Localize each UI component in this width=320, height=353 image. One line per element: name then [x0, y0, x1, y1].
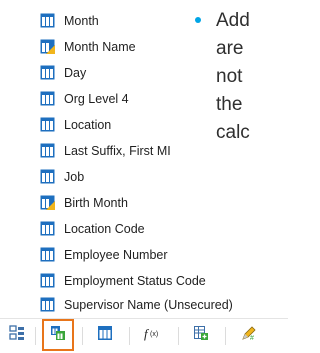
hierarchy-button[interactable]: [4, 322, 30, 348]
bottom-toolbar: f (x) #: [0, 318, 288, 353]
toolbar-separator: [35, 327, 36, 345]
field-label: Location: [64, 117, 112, 132]
toolbar-separator: [82, 327, 83, 345]
field-label: Day: [64, 65, 87, 80]
field-item-birth-month[interactable]: Birth Month: [40, 192, 128, 213]
field-item-last-suffix-first-mi[interactable]: Last Suffix, First MI: [40, 140, 171, 161]
field-label: Month: [64, 13, 99, 28]
dimension-icon: [40, 273, 55, 288]
field-item-month-name[interactable]: Month Name: [40, 36, 136, 57]
field-item-job[interactable]: Job: [40, 166, 84, 187]
dimension-icon: [40, 91, 55, 106]
bullet-icon: [195, 17, 201, 23]
table-icon: [96, 324, 114, 347]
field-item-location[interactable]: Location: [40, 114, 111, 135]
bullet-line: are: [216, 38, 244, 59]
toolbar-separator: [129, 327, 130, 345]
field-label: Month Name: [64, 39, 136, 54]
bullet-line: Add: [216, 10, 250, 31]
field-item-employment-status-code[interactable]: Employment Status Code: [40, 270, 206, 291]
dimension-icon: [40, 143, 55, 158]
function-button[interactable]: f (x): [141, 322, 167, 348]
field-item-supervisor-name-unsecured[interactable]: Supervisor Name (Unsecured): [40, 294, 233, 315]
dimension-icon: [40, 221, 55, 236]
bullet-line: calc: [216, 122, 250, 143]
data-items-icon: [49, 324, 67, 347]
toolbar-separator: [178, 327, 179, 345]
calculated-dimension-icon: [40, 39, 55, 54]
data-items-panel: Month Month Name Day Org Level 4 Locatio: [0, 0, 288, 353]
field-label: Org Level 4: [64, 91, 129, 106]
bullet-line: not: [216, 66, 243, 87]
dimension-icon: [40, 117, 55, 132]
field-label: Supervisor Name (Unsecured): [64, 297, 233, 312]
calculated-dimension-icon: [40, 195, 55, 210]
hierarchy-icon: [8, 324, 26, 347]
dimension-icon: [40, 13, 55, 28]
dimension-icon: [40, 297, 55, 312]
field-item-location-code[interactable]: Location Code: [40, 218, 145, 239]
field-label: Job: [64, 169, 85, 184]
field-label: Employee Number: [64, 247, 168, 262]
dimension-icon: [40, 65, 55, 80]
field-item-day[interactable]: Day: [40, 62, 86, 83]
field-item-month[interactable]: Month: [40, 10, 99, 31]
field-label: Location Code: [64, 221, 145, 236]
svg-text:#: #: [250, 335, 254, 342]
dimension-icon: [40, 247, 55, 262]
table-button[interactable]: [92, 322, 118, 348]
field-label: Last Suffix, First MI: [64, 143, 171, 158]
calculated-table-button[interactable]: [188, 322, 214, 348]
pencil-calc-icon: #: [240, 324, 258, 347]
pencil-calc-button[interactable]: #: [236, 322, 262, 348]
svg-text:(x): (x): [150, 331, 158, 338]
field-label: Employment Status Code: [64, 273, 206, 288]
function-icon: f (x): [143, 324, 165, 347]
field-item-org-level-4[interactable]: Org Level 4: [40, 88, 129, 109]
dimension-icon: [40, 169, 55, 184]
toolbar-separator: [225, 327, 226, 345]
field-label: Birth Month: [64, 195, 128, 210]
data-items-button[interactable]: [42, 319, 74, 351]
calculated-table-icon: [192, 324, 210, 347]
field-item-employee-number[interactable]: Employee Number: [40, 244, 168, 265]
bullet-line: the: [216, 94, 243, 115]
